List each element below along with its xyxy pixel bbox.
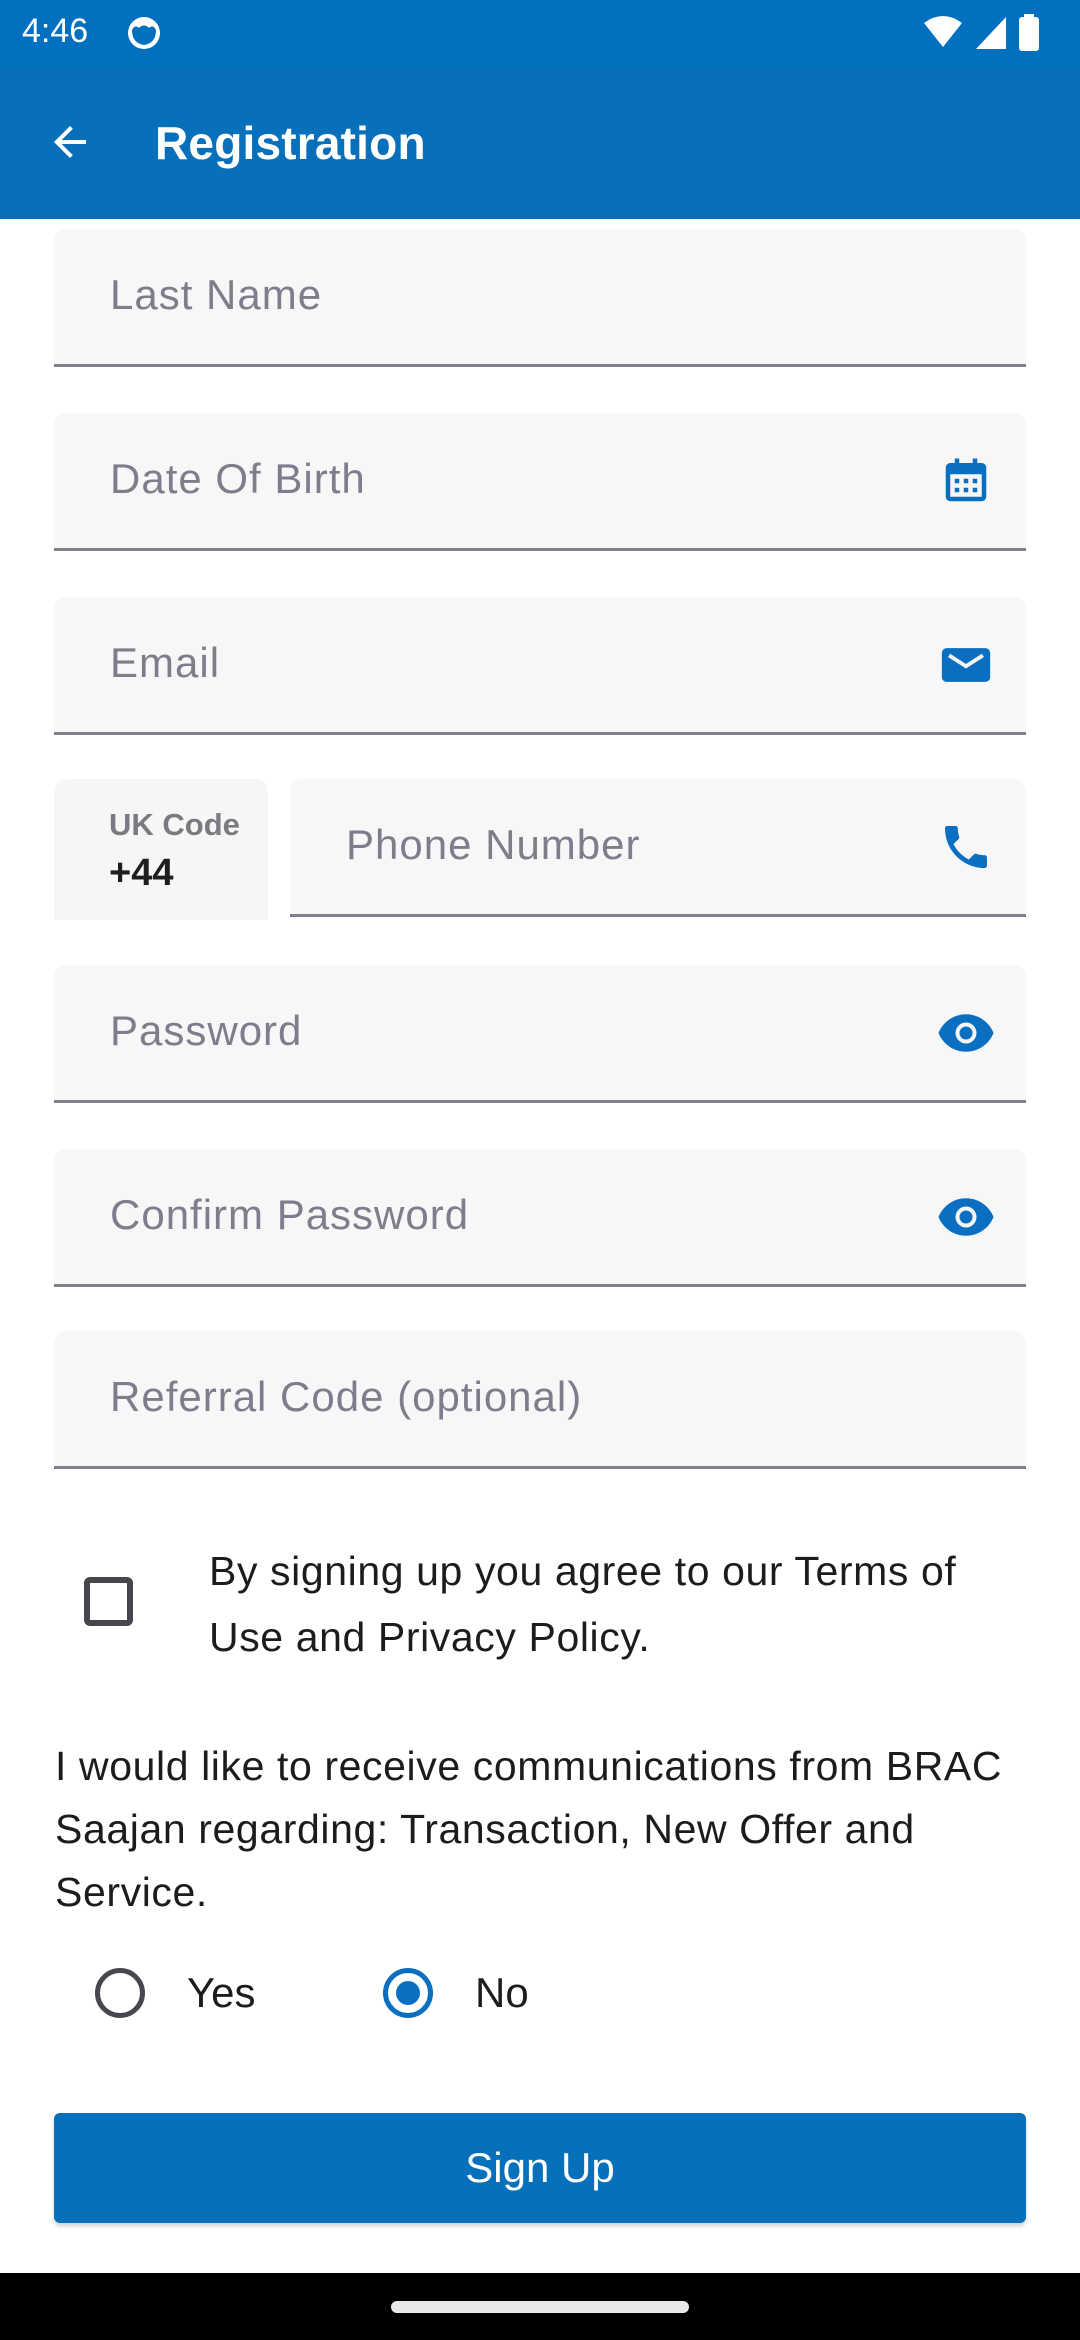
radio-yes-circle[interactable] <box>95 1968 145 2018</box>
last-name-field[interactable]: Last Name <box>54 229 1026 367</box>
radio-yes-label: Yes <box>187 1969 256 2016</box>
last-name-placeholder: Last Name <box>110 271 323 318</box>
radio-no[interactable]: No <box>383 1963 529 2023</box>
page-title: Registration <box>155 117 426 169</box>
date-of-birth-field[interactable]: Date Of Birth <box>54 413 1026 551</box>
sign-up-button[interactable]: Sign Up <box>54 2113 1026 2223</box>
eye-icon[interactable] <box>936 1003 996 1063</box>
confirm-password-placeholder: Confirm Password <box>110 1191 470 1238</box>
radio-no-circle[interactable] <box>383 1968 433 2018</box>
date-of-birth-placeholder: Date Of Birth <box>110 455 366 502</box>
back-button[interactable] <box>40 112 100 172</box>
wifi-icon <box>924 16 962 47</box>
country-code-label: UK Code <box>109 807 240 842</box>
referral-code-field[interactable]: Referral Code (optional) <box>54 1331 1026 1469</box>
country-code-selector[interactable]: UK Code +44 <box>54 779 268 920</box>
radio-no-label: No <box>475 1969 529 2016</box>
calendar-icon[interactable] <box>936 451 996 511</box>
eye-icon[interactable] <box>936 1187 996 1247</box>
password-placeholder: Password <box>110 1007 303 1054</box>
confirm-password-field[interactable]: Confirm Password <box>54 1149 1026 1287</box>
referral-code-placeholder: Referral Code (optional) <box>110 1373 583 1420</box>
phone-icon <box>936 817 996 877</box>
terms-text[interactable]: By signing up you agree to our Terms of … <box>209 1538 1029 1670</box>
status-bar: 4:46 <box>0 0 1080 66</box>
email-placeholder: Email <box>110 639 221 686</box>
password-field[interactable]: Password <box>54 965 1026 1103</box>
phone-number-placeholder: Phone Number <box>346 821 641 868</box>
app-notification-icon <box>128 17 160 49</box>
app-bar: Registration <box>0 66 1080 219</box>
terms-checkbox[interactable] <box>84 1577 133 1626</box>
mail-icon <box>936 635 996 695</box>
status-icons <box>922 14 1040 52</box>
arrow-left-icon <box>54 126 86 158</box>
country-code-value: +44 <box>109 852 174 894</box>
cellular-signal-icon <box>976 17 1006 49</box>
status-time: 4:46 <box>22 12 89 50</box>
battery-icon <box>1019 14 1039 51</box>
radio-yes[interactable]: Yes <box>95 1963 256 2023</box>
home-indicator[interactable] <box>391 2301 689 2313</box>
communications-text: I would like to receive communications f… <box>55 1743 1003 1915</box>
phone-number-field[interactable]: Phone Number <box>290 779 1026 917</box>
email-field[interactable]: Email <box>54 597 1026 735</box>
